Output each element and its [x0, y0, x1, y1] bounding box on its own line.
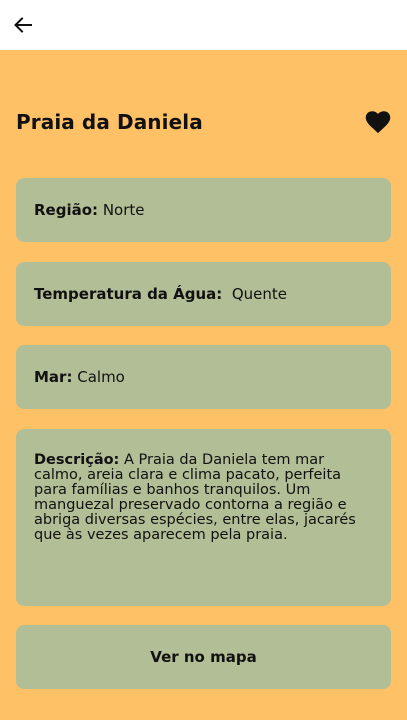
sea-label: Mar:	[34, 368, 73, 386]
description-card: Descrição: A Praia da Daniela tem mar ca…	[16, 429, 391, 606]
title-row: Praia da Daniela	[16, 108, 392, 138]
back-button[interactable]	[10, 12, 36, 38]
sea-value: Calmo	[77, 368, 125, 386]
region-value: Norte	[102, 201, 145, 219]
beach-title: Praia da Daniela	[16, 110, 203, 134]
arrow-left-icon	[14, 17, 32, 33]
sea-card: Mar: Calmo	[16, 345, 391, 409]
water-temperature-card: Temperatura da Água: Quente	[16, 262, 391, 326]
description-label: Descrição:	[34, 452, 120, 468]
water-temperature-value: Quente	[231, 285, 288, 303]
view-map-button[interactable]: Ver no mapa	[16, 625, 391, 689]
heart-icon[interactable]	[364, 108, 392, 136]
app-bar	[0, 0, 407, 50]
region-label: Região:	[34, 201, 99, 219]
region-card: Região: Norte	[16, 178, 391, 242]
view-map-label: Ver no mapa	[150, 648, 257, 666]
water-temperature-label: Temperatura da Água:	[34, 285, 223, 303]
